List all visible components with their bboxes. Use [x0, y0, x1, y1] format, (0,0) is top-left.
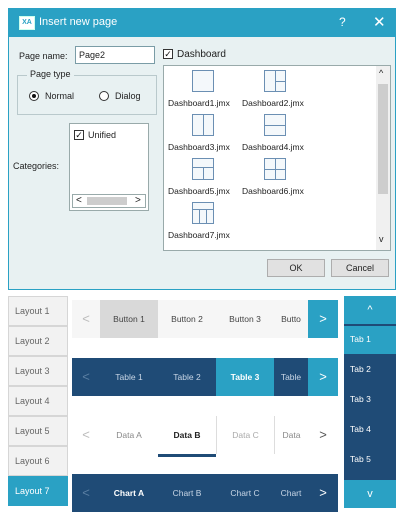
page-name-input[interactable]: Page2 [75, 46, 155, 64]
right-tab-panel: ^ Tab 1 Tab 2 Tab 3 Tab 4 Tab 5 v [344, 296, 396, 508]
arrow-left-icon[interactable]: < [72, 474, 100, 512]
dashboard-file-icon [192, 202, 214, 224]
normal-label: Normal [45, 91, 75, 101]
layout-tab[interactable]: Layout 4 [8, 386, 68, 416]
file-name: Dashboard4.jmx [242, 142, 304, 152]
file-name: Dashboard1.jmx [168, 98, 230, 108]
file-item[interactable]: Dashboard2.jmx [242, 70, 316, 110]
arrow-right-icon[interactable]: > [308, 358, 338, 396]
categories-label: Categories: [13, 161, 60, 171]
data-strip: < Data A Data B Data C Data > [72, 416, 338, 457]
arrow-right-icon[interactable]: > [308, 474, 338, 512]
scroll-right-icon[interactable]: > [135, 195, 141, 207]
layout-tab[interactable]: Layout 5 [8, 416, 68, 446]
scroll-up-icon[interactable]: ^ [344, 296, 396, 324]
categories-hscroll[interactable]: < > [72, 194, 146, 208]
strip-button[interactable]: Button 2 [158, 300, 216, 338]
strip-data[interactable]: Data C [216, 416, 274, 454]
file-item[interactable]: Dashboard7.jmx [168, 202, 242, 242]
page-type-label: Page type [27, 69, 74, 79]
scroll-thumb[interactable] [87, 197, 127, 205]
right-tab[interactable]: Tab 3 [344, 386, 396, 414]
arrow-right-icon[interactable]: > [308, 300, 338, 338]
file-item[interactable]: Dashboard4.jmx [242, 114, 316, 154]
close-icon[interactable]: ✕ [373, 13, 386, 31]
strip-table[interactable]: Table 1 [100, 358, 158, 396]
dashboard-file-icon [264, 114, 286, 136]
strip-data[interactable]: Data [274, 416, 308, 454]
strip-chart-selected[interactable]: Chart A [100, 474, 158, 512]
insert-page-dialog: XA Insert new page ? ✕ Page name: Page2 … [8, 8, 396, 290]
strip-button[interactable]: Button 3 [216, 300, 274, 338]
file-name: Dashboard6.jmx [242, 186, 304, 196]
help-icon[interactable]: ? [339, 15, 346, 29]
layout-tab-selected[interactable]: Layout 7 [8, 476, 68, 506]
dashboard-file-icon [264, 70, 286, 92]
scroll-down-icon[interactable]: v [344, 480, 396, 508]
strip-table-selected[interactable]: Table 3 [216, 358, 274, 396]
arrow-left-icon[interactable]: < [72, 416, 100, 454]
scroll-up-icon[interactable]: ^ [379, 68, 383, 78]
dashboard-file-list[interactable]: Dashboard1.jmx Dashboard2.jmx Dashboard3… [163, 65, 391, 251]
ok-button[interactable]: OK [267, 259, 325, 277]
table-strip: < Table 1 Table 2 Table 3 Table > [72, 358, 338, 396]
file-list-vscroll[interactable]: ^ v [376, 66, 390, 250]
file-name: Dashboard2.jmx [242, 98, 304, 108]
title-bar: XA Insert new page ? ✕ [9, 9, 395, 37]
normal-radio[interactable] [29, 91, 39, 101]
layout-tab[interactable]: Layout 3 [8, 356, 68, 386]
page-name-label: Page name: [19, 51, 68, 61]
dialog-radio[interactable] [99, 91, 109, 101]
strip-data[interactable]: Data A [100, 416, 158, 454]
dashboard-file-icon [192, 70, 214, 92]
file-name: Dashboard7.jmx [168, 230, 230, 240]
scroll-left-icon[interactable]: < [76, 195, 82, 207]
dashboard-checkbox[interactable]: ✓ [163, 49, 173, 59]
file-item[interactable]: Dashboard1.jmx [168, 70, 242, 110]
layout-tab[interactable]: Layout 2 [8, 326, 68, 356]
dashboard-label: Dashboard [177, 49, 226, 60]
file-item[interactable]: Dashboard5.jmx [168, 158, 242, 198]
strip-button[interactable]: Button 1 [100, 300, 158, 338]
categories-list[interactable]: ✓ Unified < > [69, 123, 149, 211]
strip-data-selected[interactable]: Data B [158, 416, 216, 457]
strip-chart[interactable]: Chart C [216, 474, 274, 512]
scroll-thumb[interactable] [378, 84, 388, 194]
arrow-left-icon[interactable]: < [72, 358, 100, 396]
chart-strip: < Chart A Chart B Chart C Chart > [72, 474, 338, 512]
layout-tab[interactable]: Layout 1 [8, 296, 68, 326]
layout-tab[interactable]: Layout 6 [8, 446, 68, 476]
strip-chart[interactable]: Chart B [158, 474, 216, 512]
scroll-down-icon[interactable]: v [379, 234, 384, 244]
right-tab-selected[interactable]: Tab 1 [344, 326, 396, 354]
dialog-label: Dialog [115, 91, 141, 101]
file-name: Dashboard5.jmx [168, 186, 230, 196]
right-tab[interactable]: Tab 5 [344, 446, 396, 474]
dashboard-file-icon [192, 114, 214, 136]
strip-chart[interactable]: Chart [274, 474, 308, 512]
file-item[interactable]: Dashboard6.jmx [242, 158, 316, 198]
file-item[interactable]: Dashboard3.jmx [168, 114, 242, 154]
button-strip: < Button 1 Button 2 Button 3 Butto > [72, 300, 338, 338]
arrow-right-icon[interactable]: > [308, 416, 338, 454]
arrow-left-icon[interactable]: < [72, 300, 100, 338]
right-tab[interactable]: Tab 2 [344, 356, 396, 384]
dialog-title: Insert new page [39, 16, 118, 28]
dashboard-file-icon [192, 158, 214, 180]
file-name: Dashboard3.jmx [168, 142, 230, 152]
unified-label: Unified [88, 130, 117, 140]
unified-checkbox[interactable]: ✓ [74, 130, 84, 140]
right-tab[interactable]: Tab 4 [344, 416, 396, 444]
strip-button[interactable]: Butto [274, 300, 308, 338]
dashboard-file-icon [264, 158, 286, 180]
strip-table[interactable]: Table [274, 358, 308, 396]
strip-table[interactable]: Table 2 [158, 358, 216, 396]
app-icon: XA [19, 16, 35, 30]
cancel-button[interactable]: Cancel [331, 259, 389, 277]
